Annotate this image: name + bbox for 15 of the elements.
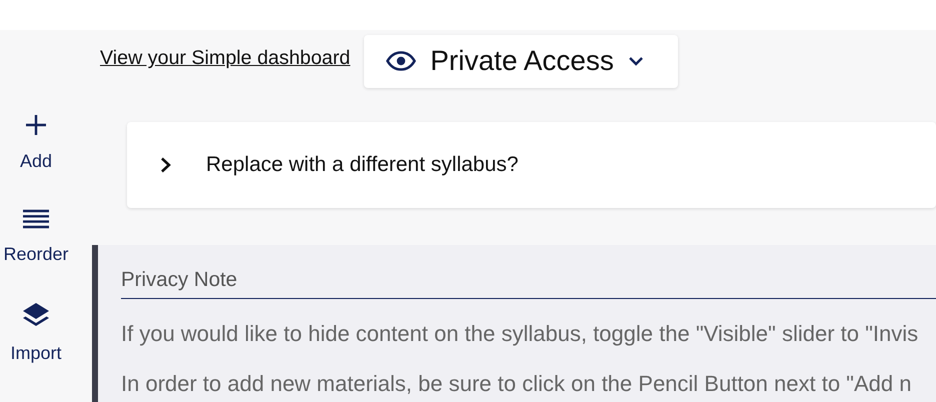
- note-paragraph: In order to add new materials, be sure to click on the Pencil Button next to "Add n: [121, 370, 912, 398]
- sidebar-item[interactable]: Reorder: [3, 209, 69, 268]
- menu-icon: [23, 209, 49, 229]
- privacy-note-title: Privacy Note: [121, 268, 238, 291]
- chevron-right-icon: [160, 157, 172, 173]
- layers-icon: [22, 302, 50, 328]
- sidebar-item[interactable]: Add: [20, 114, 52, 175]
- chevron-down-icon: [628, 56, 644, 66]
- plus-icon: [25, 114, 47, 136]
- sidebar-item[interactable]: Import: [10, 302, 62, 367]
- access-dropdown[interactable]: Private Access: [364, 34, 678, 88]
- syllabus-toggle[interactable]: Replace with a different syllabus?: [127, 122, 936, 208]
- eye-icon: [386, 51, 416, 71]
- note-paragraph: If you would like to hide content on the syllabus, toggle the "Visible" slider to "Invis: [121, 320, 918, 348]
- dashboard-link[interactable]: View your Simple dashboard: [100, 44, 350, 74]
